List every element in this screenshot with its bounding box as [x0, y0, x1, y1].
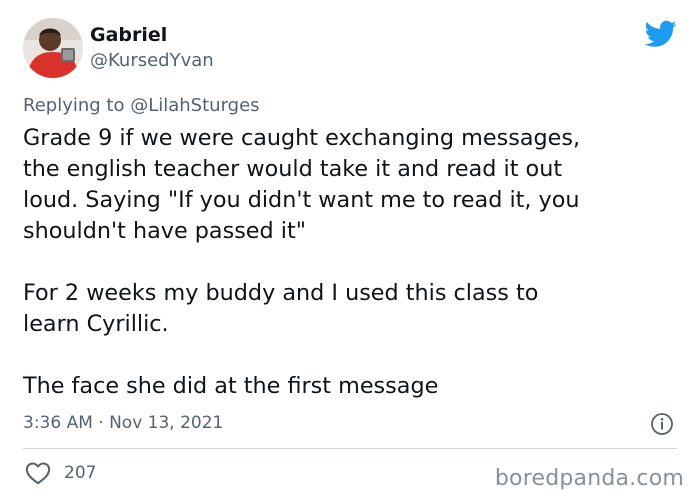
tweet-paragraph: For 2 weeks my buddy and I used this cla…	[23, 280, 539, 337]
divider	[23, 448, 677, 449]
reply-prefix: Replying to	[23, 95, 131, 116]
info-icon[interactable]	[650, 412, 674, 436]
heart-icon[interactable]	[24, 461, 52, 485]
avatar[interactable]	[23, 18, 83, 78]
twitter-bird-icon	[645, 20, 677, 47]
tweet-paragraph: Grade 9 if we were caught exchanging mes…	[23, 125, 581, 244]
reply-context: Replying to @LilahSturges	[23, 95, 260, 116]
tweet-body: Grade 9 if we were caught exchanging mes…	[23, 123, 683, 402]
like-count: 207	[64, 463, 97, 483]
tweet-timestamp[interactable]: 3:36 AM · Nov 13, 2021	[23, 413, 223, 433]
avatar-photo	[23, 18, 83, 78]
tweet-card: Gabriel @KursedYvan Replying to @LilahSt…	[0, 0, 700, 502]
tweet-paragraph: The face she did at the first message	[23, 373, 439, 399]
author-handle[interactable]: @KursedYvan	[90, 50, 214, 71]
author-display-name[interactable]: Gabriel	[90, 24, 167, 46]
reply-mention-link[interactable]: @LilahSturges	[130, 95, 259, 116]
watermark: boredpanda.com	[494, 466, 684, 491]
